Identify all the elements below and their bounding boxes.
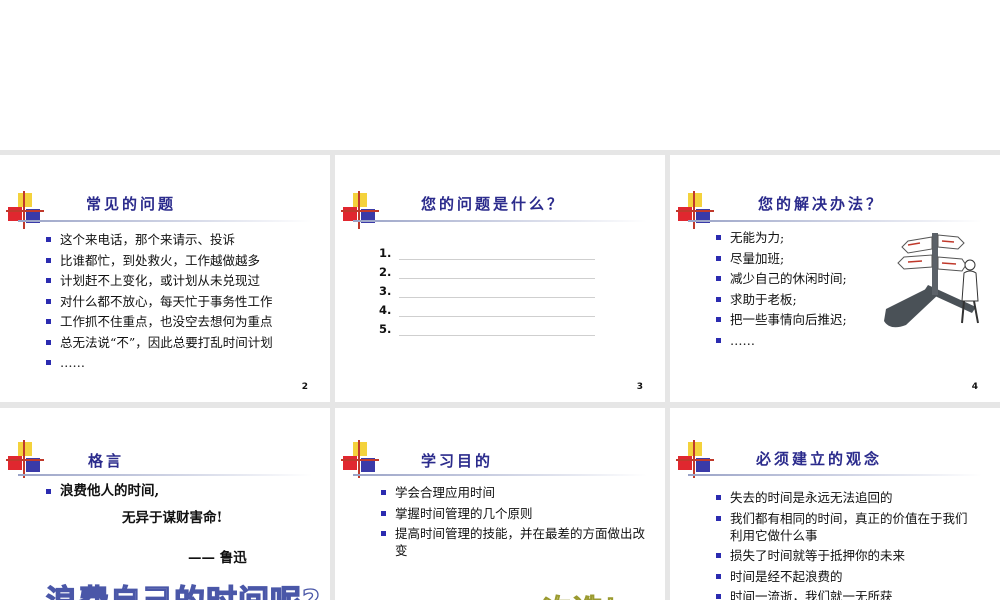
bullet-list: 这个来电话，那个来请示、投诉 比谁都忙，到处救火，工作越做越多 计划赶不上变化，… (46, 231, 312, 375)
slide-thumbnail-4[interactable]: 格言 浪费他人的时间, 无异于谋财害命! —— 鲁迅 浪费自己的时间呢? (0, 408, 330, 600)
bullet-list: 无能为力; 尽量加班; 减少自己的休闲时间; 求助于老板; 把一些事情向后推迟;… (716, 229, 886, 352)
list-item: 浪费他人的时间, (46, 483, 306, 500)
list-item: 掌握时间管理的几个原则 (381, 505, 647, 522)
list-item: 5. (379, 317, 596, 336)
list-item: …… (716, 332, 886, 349)
slide-thumbnail-5[interactable]: 学习目的 学会合理应用时间 掌握时间管理的几个原则 提高时间管理的技能，并在最差… (335, 408, 665, 600)
slide-thumbnail-3[interactable]: 您的解决办法？ 无能为力; 尽量加班; 减少自己的休闲时间; 求助于老板; 把一… (670, 155, 1000, 402)
list-item: 失去的时间是永远无法追回的 (716, 489, 972, 506)
bullet-list: 学会合理应用时间 掌握时间管理的几个原则 提高时间管理的技能，并在最差的方面做出… (381, 484, 647, 563)
list-item: 时间是经不起浪费的 (716, 568, 972, 585)
list-item: 无能为力; (716, 229, 886, 246)
slide-thumbnail-6[interactable]: 必须建立的观念 失去的时间是永远无法追回的 我们都有相同的时间，真正的价值在于我… (670, 408, 1000, 600)
title-underline (353, 474, 647, 476)
slide-title: 常见的问题 (86, 195, 177, 213)
list-item: 这个来电话，那个来请示、投诉 (46, 231, 312, 248)
bullet-list: 浪费他人的时间, (46, 483, 306, 504)
title-underline (18, 474, 312, 476)
blank-answer-list: 1. 2. 3. 4. 5. (379, 241, 596, 336)
list-item: 把一些事情向后推迟; (716, 311, 886, 328)
page-number: 2 (301, 382, 308, 392)
list-item: 3. (379, 279, 596, 298)
list-item: 计划赶不上变化，或计划从未兑现过 (46, 272, 312, 289)
slide-thumbnail-2[interactable]: 您的问题是什么？ 1. 2. 3. 4. 5. 3 (335, 155, 665, 402)
list-item: 时间一流逝，我们就一无所获 (716, 588, 972, 600)
quote-author: —— 鲁迅 (188, 550, 247, 566)
list-item: 学会合理应用时间 (381, 484, 647, 501)
wordart-text: 一次选！ (513, 586, 634, 600)
list-item: 我们都有相同的时间，真正的价值在于我们利用它做什么事 (716, 510, 972, 544)
list-item: 总无法说“不”，因此总要打乱时间计划 (46, 334, 312, 351)
slide-title: 您的解决办法？ (758, 195, 885, 213)
list-item: 2. (379, 260, 596, 279)
slide-title: 格言 (88, 452, 125, 470)
slide-title: 您的问题是什么？ (421, 195, 566, 213)
list-item: 对什么都不放心，每天忙于事务性工作 (46, 293, 312, 310)
slide-logo-icon (341, 191, 379, 229)
bullet-list: 失去的时间是永远无法追回的 我们都有相同的时间，真正的价值在于我们利用它做什么事… (716, 489, 972, 600)
title-underline (688, 220, 982, 222)
title-underline (18, 220, 312, 222)
list-item: 4. (379, 298, 596, 317)
slide-title: 学习目的 (421, 452, 494, 470)
list-item: 损失了时间就等于抵押你的未来 (716, 547, 972, 564)
signpost-businessman-icon (884, 233, 979, 328)
title-underline (688, 474, 982, 476)
page-number: 3 (636, 382, 643, 392)
slide-thumbnail-1[interactable]: 常见的问题 这个来电话，那个来请示、投诉 比谁都忙，到处救火，工作越做越多 计划… (0, 155, 330, 402)
title-underline (353, 220, 647, 222)
list-item: 减少自己的休闲时间; (716, 270, 886, 287)
wordart-text: 浪费自己的时间呢? (45, 576, 321, 600)
quote-line: 无异于谋财害命! (122, 510, 223, 526)
list-item: …… (46, 354, 312, 371)
slide-logo-icon (6, 191, 44, 229)
list-item: 求助于老板; (716, 291, 886, 308)
list-item: 工作抓不住重点，也没空去想何为重点 (46, 313, 312, 330)
page-number: 4 (971, 382, 978, 392)
slide-title: 必须建立的观念 (756, 450, 883, 468)
list-item: 比谁都忙，到处救火，工作越做越多 (46, 252, 312, 269)
list-item: 1. (379, 241, 596, 260)
list-item: 尽量加班; (716, 250, 886, 267)
list-item: 提高时间管理的技能，并在最差的方面做出改变 (381, 525, 647, 559)
top-blank-area (0, 0, 1000, 150)
slide-logo-icon (676, 191, 714, 229)
